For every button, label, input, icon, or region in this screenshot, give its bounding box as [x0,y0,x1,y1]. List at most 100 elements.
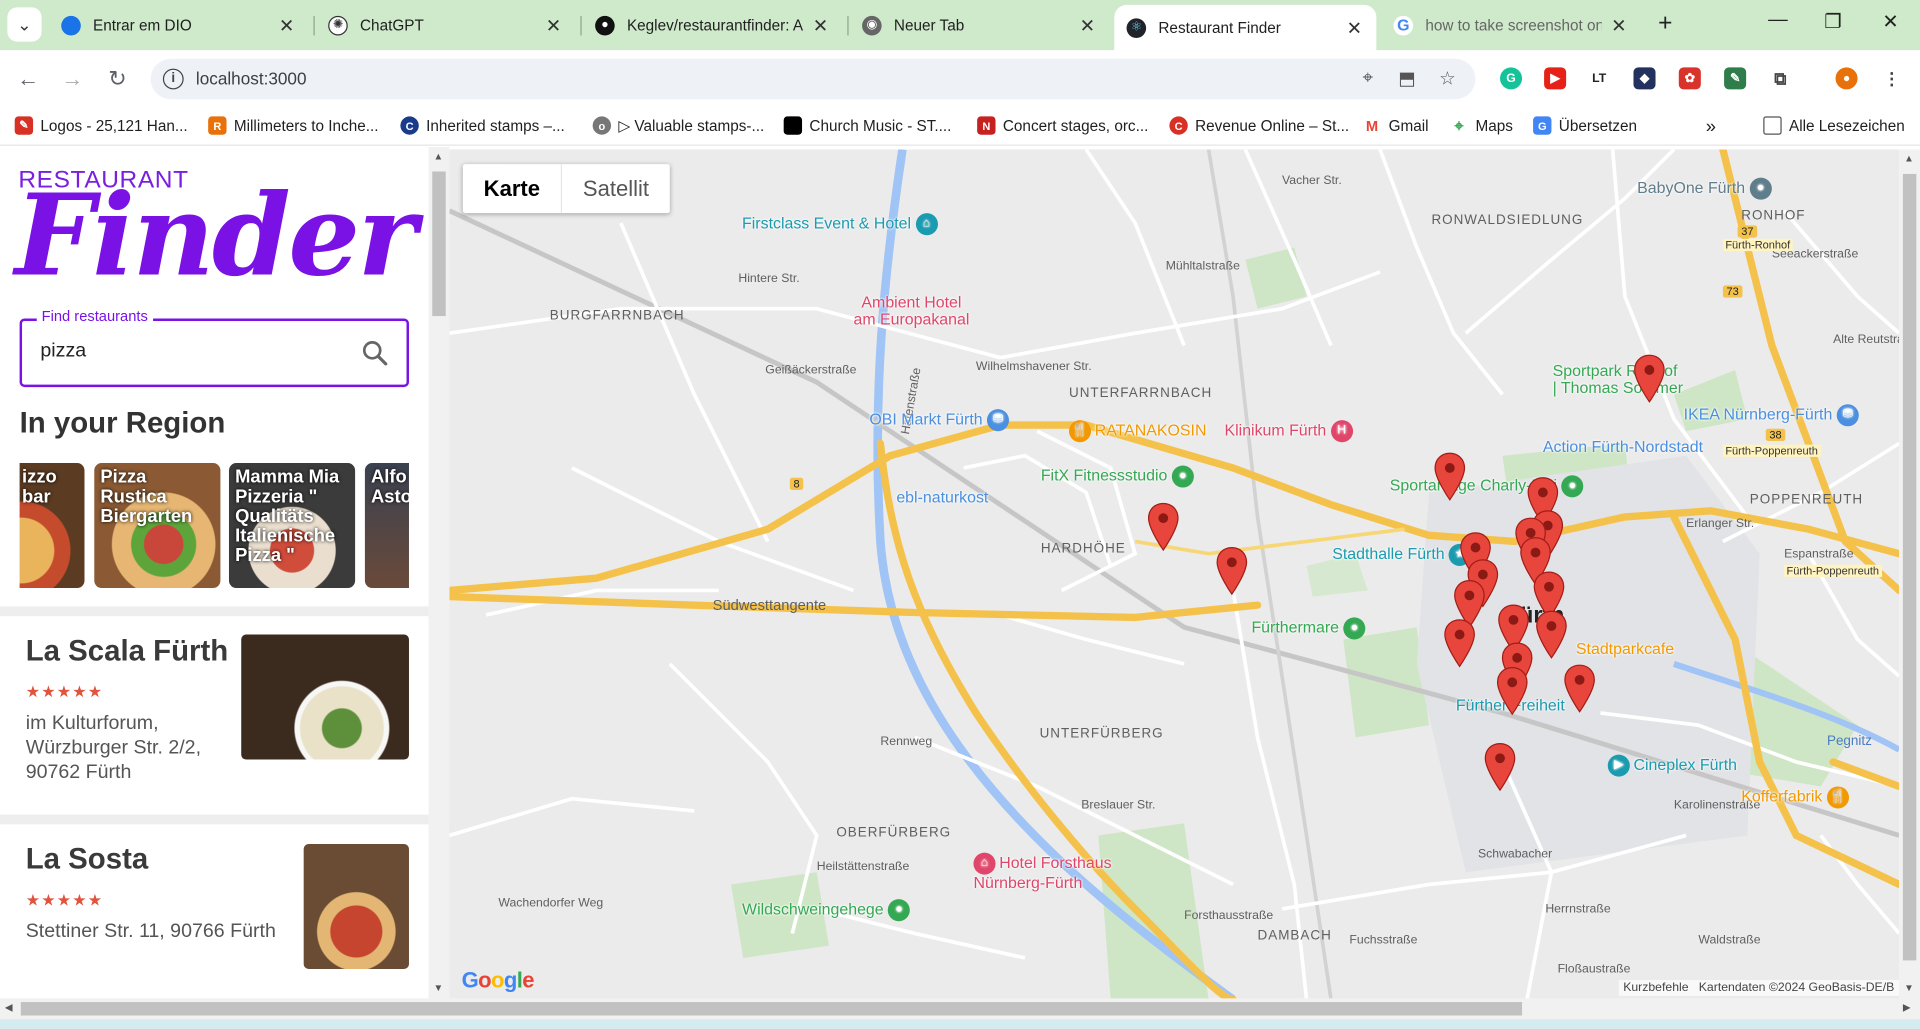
poi-cinema[interactable]: ▶ Cineplex Fürth [1607,754,1737,777]
poi-cafe[interactable]: Stadtparkcafe [1576,639,1674,657]
avatar[interactable]: ● [1835,67,1858,90]
tab-google-search[interactable]: G how to take screenshot on ✕ [1381,5,1641,45]
poi-shop[interactable]: IKEA Nürnberg-Fürth ⛃ [1684,404,1863,427]
search-field[interactable]: Find restaurants pizza [19,307,409,388]
restaurant-marker[interactable] [1564,664,1596,713]
bookmark-item[interactable]: C Revenue Online – St... [1169,116,1349,135]
extension-icon[interactable]: ✿ [1678,67,1701,90]
extension-icon[interactable]: ◆ [1633,67,1656,90]
restaurant-marker[interactable] [1484,742,1516,792]
shopping-icon: ⛃ [987,409,1010,432]
location-icon[interactable]: ⌖ [1356,67,1380,88]
tab-chatgpt[interactable]: ✺ ChatGPT ✕ [316,5,576,45]
result-card[interactable]: La Scala Fürth ★★★★★ im Kulturforum, Wür… [0,616,429,814]
poi-shop[interactable]: ebl-naturkost [896,488,988,506]
region-card[interactable]: Alfo Asto [364,463,409,588]
poi-shop[interactable]: BabyOne Fürth ● [1637,177,1775,200]
close-icon[interactable]: ✕ [811,14,831,36]
region-card[interactable]: Pizza Rustica Biergarten [94,463,221,588]
bookmark-item[interactable]: N Concert stages, orc... [977,116,1148,135]
tab-new[interactable]: ◉ Neuer Tab ✕ [850,5,1110,45]
bookmark-item[interactable]: o ▷ Valuable stamps-... [592,116,764,135]
poi-shop[interactable]: Action Fürth-Nordstadt [1543,437,1703,455]
restaurant-marker[interactable] [1434,452,1466,501]
tab-search-button[interactable]: ⌄ [7,7,42,42]
keyboard-shortcuts-link[interactable]: Kurzbefehle [1623,981,1688,994]
tab-restaurant-finder[interactable]: ⚛ Restaurant Finder ✕ [1114,4,1377,51]
address-bar[interactable]: i localhost:3000 ⌖ ⬒ ☆ [150,58,1476,100]
restaurant-marker[interactable] [1496,666,1528,716]
poi-venue[interactable]: Stadthalle Fürth ★ [1332,543,1475,566]
forward-button[interactable]: → [59,65,86,92]
reload-button[interactable]: ↻ [104,65,131,92]
bookmark-gmail[interactable]: M Gmail [1362,116,1429,135]
pen-icon[interactable]: ✎ [1724,67,1747,90]
menu-icon[interactable]: ⋮ [1880,67,1903,90]
result-address: Stettiner Str. 11, 90766 Fürth [25,921,276,943]
all-bookmarks-folder[interactable]: Alle Lesezeichen [1763,116,1905,135]
tab-dio[interactable]: Entrar em DIO ✕ [49,5,309,45]
map-canvas [449,149,1900,1000]
bookmark-item[interactable]: Church Music - ST.... [783,116,951,135]
restaurant-marker[interactable] [1147,502,1179,552]
new-tab-button[interactable]: + [1651,10,1680,39]
result-name[interactable]: La Scala Fürth [26,635,229,669]
map[interactable]: Karte Satellit BURGFARRNBACH UNTERFARRNB… [449,149,1900,1000]
close-icon[interactable]: ✕ [1345,17,1365,39]
page-scrollbar[interactable]: ▲ ▼ [1899,149,1920,1000]
result-card[interactable]: La Sosta ★★★★★ Stettiner Str. 11, 90766 … [0,824,429,996]
install-icon[interactable]: ⬒ [1395,67,1419,90]
languagetool-icon[interactable]: LT [1588,67,1611,90]
close-icon[interactable]: ✕ [1078,14,1098,36]
restaurant-marker[interactable] [1444,619,1476,668]
poi-hotel[interactable]: Ambient Hotel am Europakanal [853,293,969,328]
sidebar-scrollbar[interactable]: ▲ ▼ [428,147,450,999]
poi-sport[interactable]: Fürthermare ● [1251,617,1369,640]
grammarly-icon[interactable]: G [1500,67,1523,90]
maximize-button[interactable]: ❐ [1818,10,1847,35]
youtube-icon[interactable]: ▶ [1544,67,1567,90]
bookmark-star-icon[interactable]: ☆ [1435,67,1459,90]
poi-park[interactable]: Wildschweingehege ● [742,899,914,922]
bookmark-item[interactable]: R Millimeters to Inche... [208,116,378,135]
street-label: Waldstraße [1698,933,1761,947]
close-icon[interactable]: ✕ [277,14,297,36]
bookmark-item[interactable]: C Inherited stamps –... [400,116,565,135]
poi-shop[interactable]: OBI Markt Fürth ⛃ [869,409,1012,432]
poi-gym[interactable]: FitX Fitnessstudio ● [1041,465,1198,488]
close-icon[interactable]: ✕ [544,14,564,36]
map-type-control[interactable]: Karte Satellit [462,164,670,214]
poi-hotel[interactable]: ⌂ Hotel Forsthaus Nürnberg-Fürth [973,852,1112,892]
restaurant-marker[interactable] [1536,610,1568,659]
horizontal-scrollbar[interactable]: ◀ ▶ [0,998,1920,1020]
map-type-karte[interactable]: Karte [463,164,563,214]
map-type-satellit[interactable]: Satellit [562,164,670,213]
bookmark-maps[interactable]: ⌖ Maps [1449,116,1513,135]
search-input[interactable]: pizza [40,341,86,363]
street-label: Fuchsstraße [1349,933,1418,947]
poi-hospital[interactable]: Klinikum Fürth H [1225,420,1357,443]
poi-restaurant[interactable]: Kofferfabrik 🍴 [1741,786,1852,809]
result-name[interactable]: La Sosta [26,843,148,877]
react-icon: ⚛ [1126,17,1147,38]
bookmark-item[interactable]: ✎ Logos - 25,121 Han... [14,116,188,135]
region-card[interactable]: izzo bar [19,463,85,588]
site-info-icon[interactable]: i [162,68,184,90]
region-card[interactable]: Mamma Mia Pizzeria " Qualitäts Italienis… [228,463,356,588]
poi-restaurant[interactable]: 🍴 RATANAKOSIN [1068,420,1206,443]
exit-label: Fürth-Ronhof [1722,238,1793,252]
region-carousel[interactable]: izzo bar Pizza Rustica Biergarten Mamma … [19,463,409,589]
exit-label: Fürth-Poppenreuth [1722,444,1821,457]
tab-github[interactable]: ● Keglev/restaurantfinder: Ap ✕ [583,5,843,45]
poi-hotel[interactable]: Firstclass Event & Hotel ⌂ [742,213,941,236]
close-window-button[interactable]: ✕ [1876,10,1905,35]
restaurant-marker[interactable] [1216,546,1248,596]
back-button[interactable]: ← [15,65,42,92]
search-icon[interactable] [360,338,389,367]
extensions-puzzle-icon[interactable]: ⧉ [1769,67,1792,90]
bookmark-translate[interactable]: G Übersetzen [1533,116,1637,135]
minimize-button[interactable]: — [1763,10,1792,32]
more-bookmarks-icon[interactable]: » [1706,116,1716,137]
close-icon[interactable]: ✕ [1609,14,1629,36]
restaurant-marker[interactable] [1633,354,1665,403]
